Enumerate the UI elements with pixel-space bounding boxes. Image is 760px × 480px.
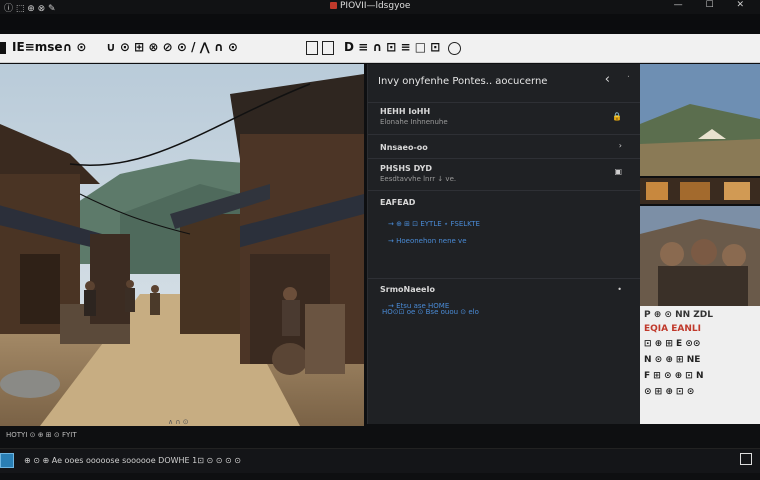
- section-heading: EAFEAD: [380, 198, 416, 207]
- section-subtext: Elonahe Inhnenuhe: [380, 118, 448, 126]
- village-street-image: [0, 64, 364, 426]
- text-line: ⊡ ⊕ ⊞ E ⊙⊙: [644, 339, 701, 349]
- toolbar: IE≡mse∩ ⊙ ∪ ⊙ ⊞ ⊗ ⊘ ⊙ / ⋀ ∩ ⊙ D ≡ ∩ ⊡ ≡ …: [0, 34, 760, 63]
- image-caption: ∧ ∩ ⊙: [168, 418, 189, 426]
- text-line: P ⊕ ⊙ NN ZDL: [644, 310, 714, 320]
- info-panel: Invy onyfenhe Pontes.. aocucerne ‹ · HEH…: [367, 64, 640, 424]
- toolbar-item-1[interactable]: IE≡mse∩ ⊙: [12, 40, 86, 54]
- panel-section-6[interactable]: SrmoNaeeIo •: [368, 278, 640, 301]
- window-controls[interactable]: — ☐ ✕: [674, 0, 754, 10]
- toolbar-item-2[interactable]: ∪ ⊙ ⊞ ⊗ ⊘ ⊙ / ⋀ ∩ ⊙: [106, 40, 238, 54]
- toolbar-box-icon[interactable]: [306, 41, 318, 55]
- panel-section-4[interactable]: EAFEAD: [368, 190, 640, 213]
- section-heading: HEHH IoHH: [380, 107, 431, 116]
- section-heading: Nnsaeo-oo: [380, 143, 428, 152]
- link-text-2[interactable]: → Hoeonehon nene ve: [388, 237, 467, 245]
- photo-viewer[interactable]: [0, 64, 364, 426]
- chevron-right-icon[interactable]: ›: [619, 141, 622, 150]
- panel-section-7[interactable]: → Etsu ase HOME HO⊙⊡ oe ⊙ Bse ouou ⊙ elo: [368, 300, 640, 340]
- text-line: EQIA EANLI: [644, 324, 701, 334]
- help-icon[interactable]: [448, 42, 461, 55]
- window-title-text: PIOVII—ldsgyoe: [340, 1, 411, 11]
- text-preview: P ⊕ ⊙ NN ZDL EQIA EANLI ⊡ ⊕ ⊞ E ⊙⊙ N ⊙ ⊕…: [640, 306, 760, 424]
- panel-section-1[interactable]: HEHH IoHH Elonahe Inhnenuhe 🔒: [368, 102, 640, 133]
- text-line: N ⊙ ⊕ ⊞ NE: [644, 355, 701, 365]
- link-text[interactable]: → ⊕ ⊞ ⊡ EYTLE ⋆ FSELKTE: [388, 220, 480, 228]
- panel-section-2[interactable]: Nnsaeo-oo ›: [368, 134, 640, 159]
- toolbar-handle: [0, 42, 6, 54]
- panel-section-3[interactable]: PHSHS DYD Eesdtavvhe lnrr ↓ ve. ▣: [368, 158, 640, 191]
- window-title: PIOVII—ldsgyoe: [330, 1, 410, 11]
- dot-icon[interactable]: •: [617, 285, 622, 294]
- menu-bar: [0, 14, 760, 34]
- chevron-left-icon[interactable]: ‹: [605, 72, 610, 87]
- bottom-text: ⊕ ⊙ ⊕ Ae ooes ooooose soooooe DOWHE 1⊡ ⊙…: [24, 456, 241, 465]
- chevron-small-icon[interactable]: ·: [627, 72, 630, 83]
- thumbnail-camp[interactable]: [640, 64, 760, 176]
- toolbar-box-icon-2[interactable]: [322, 41, 334, 55]
- text-line: ⊙ ⊞ ⊕ ⊡ ⊙: [644, 387, 695, 397]
- status-text: HOTYI ⊙ ⊕ ⊞ ⊙ FYIT: [6, 431, 77, 439]
- panel-toggle-icon[interactable]: ▣: [614, 167, 622, 176]
- text-line: F ⊞ ⊙ ⊕ ⊡ N: [644, 371, 704, 381]
- section-heading: SrmoNaeeIo: [380, 285, 435, 294]
- panel-title: Invy onyfenhe Pontes.. aocucerne: [378, 76, 548, 87]
- thumbnail-images: [640, 64, 760, 306]
- thumbnail-people[interactable]: [640, 206, 760, 306]
- link-text-2[interactable]: HO⊙⊡ oe ⊙ Bse ouou ⊙ elo: [382, 308, 479, 316]
- title-left-icons[interactable]: ⓘ ⬚ ⊕ ⊗ ✎: [4, 1, 56, 14]
- title-bar: ⓘ ⬚ ⊕ ⊗ ✎ PIOVII—ldsgyoe — ☐ ✕: [0, 0, 760, 15]
- bottom-bar: ⊕ ⊙ ⊕ Ae ooes ooooose soooooe DOWHE 1⊡ ⊙…: [0, 448, 760, 473]
- section-subtext: Eesdtavvhe lnrr ↓ ve.: [380, 175, 457, 183]
- save-icon[interactable]: [740, 453, 752, 465]
- thumbnail-strip[interactable]: [640, 178, 760, 204]
- record-icon: [330, 2, 337, 9]
- panel-section-5[interactable]: → ⊕ ⊞ ⊡ EYTLE ⋆ FSELKTE → Hoeonehon nene…: [368, 212, 640, 278]
- section-heading: PHSHS DYD: [380, 164, 433, 173]
- toolbar-item-3[interactable]: D ≡ ∩ ⊡ ≡ □ ⊡: [344, 40, 440, 54]
- status-bar: HOTYI ⊙ ⊕ ⊞ ⊙ FYIT: [0, 428, 760, 444]
- app-icon[interactable]: [0, 453, 14, 468]
- lock-icon[interactable]: 🔒: [612, 112, 622, 121]
